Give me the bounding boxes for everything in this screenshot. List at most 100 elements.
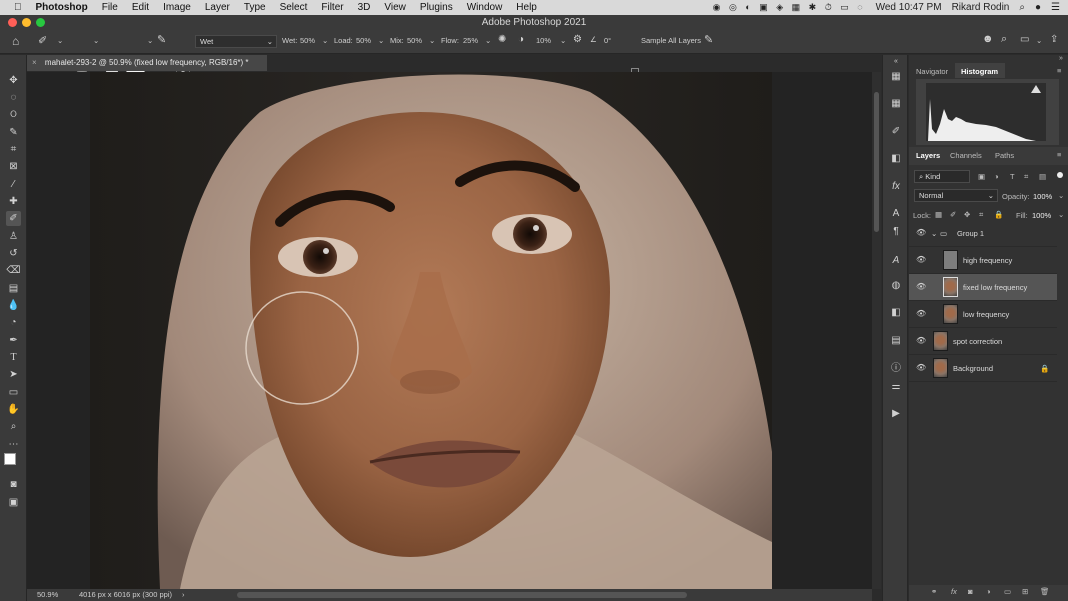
filter-type-icon[interactable]: T: [1010, 172, 1015, 181]
lock-pixels-icon[interactable]: ✐: [950, 210, 956, 219]
blur-tool-icon[interactable]: 💧: [6, 298, 21, 313]
mixer-brush-tool-icon[interactable]: ✐: [38, 34, 47, 47]
quick-select-tool-icon[interactable]: ✎: [6, 125, 21, 140]
dodge-tool-icon[interactable]: ◔: [6, 315, 21, 330]
info-panel-icon[interactable]: ⓘ: [889, 362, 903, 376]
pen-tool-icon[interactable]: ✒: [6, 333, 21, 348]
lock-all-icon[interactable]: 🔒: [994, 210, 1003, 219]
adjustments-panel-icon[interactable]: ◍: [889, 279, 903, 293]
siri-icon[interactable]: ●: [1035, 2, 1041, 13]
marquee-tool-icon[interactable]: ◌: [6, 90, 21, 105]
clone-stamp-tool-icon[interactable]: ♙: [6, 229, 21, 244]
gear-icon[interactable]: ⚙: [573, 34, 582, 45]
tab-paths[interactable]: Paths: [995, 151, 1014, 160]
scroll-thumb[interactable]: [874, 92, 879, 232]
document-canvas[interactable]: [27, 72, 872, 589]
swatch-chevron-icon[interactable]: ⌄: [147, 36, 153, 45]
filter-smart-object-icon[interactable]: ▤: [1039, 172, 1046, 181]
move-tool-icon[interactable]: ✥: [6, 73, 21, 88]
user-name[interactable]: Rikard Rodin: [952, 2, 1010, 13]
menu-select[interactable]: Select: [273, 2, 315, 13]
portrait-photo[interactable]: [90, 72, 772, 589]
new-adjustment-icon[interactable]: ◑: [986, 587, 991, 596]
fill-value[interactable]: 100%: [1032, 211, 1051, 220]
crop-tool-icon[interactable]: ⌗: [6, 142, 21, 157]
zoom-level[interactable]: 50.9%: [37, 589, 58, 601]
home-icon[interactable]: ⌂: [12, 34, 19, 48]
layer-style-icon[interactable]: fx: [951, 587, 957, 596]
collapse-panels-icon[interactable]: «: [889, 55, 903, 69]
fill-chevron-icon[interactable]: ⌄: [1058, 210, 1064, 219]
frame-tool-icon[interactable]: ⊠: [6, 159, 21, 174]
tab-layers[interactable]: Layers: [916, 151, 940, 160]
load-chevron-icon[interactable]: ⌄: [378, 36, 384, 45]
mix-chevron-icon[interactable]: ⌄: [429, 36, 435, 45]
histogram-menu-icon[interactable]: ≡: [1057, 66, 1061, 75]
history-brush-tool-icon[interactable]: ↺: [6, 246, 21, 261]
tool-preset-chevron-icon[interactable]: ⌄: [57, 36, 63, 45]
layer-spot-correction[interactable]: 👁 spot correction: [909, 328, 1057, 355]
swatches-panel-icon[interactable]: ▦: [889, 97, 903, 111]
layer-fixed-low-frequency[interactable]: 👁 fixed low frequency: [909, 274, 1057, 301]
smoothing-icon[interactable]: ◑: [518, 34, 524, 45]
menu-photoshop[interactable]: Photoshop: [29, 2, 95, 13]
smoothing-value[interactable]: 10%: [536, 36, 551, 45]
brush-chevron-icon[interactable]: ⌄: [93, 36, 99, 45]
eraser-tool-icon[interactable]: ⌫: [6, 263, 21, 278]
menu-layer[interactable]: Layer: [198, 2, 237, 13]
menu-3d[interactable]: 3D: [351, 2, 378, 13]
close-window-button[interactable]: [8, 18, 17, 27]
minimize-window-button[interactable]: [22, 18, 31, 27]
add-mask-icon[interactable]: ◙: [968, 587, 973, 596]
document-size[interactable]: 4016 px x 6016 px (300 ppi): [79, 589, 172, 601]
filter-toggle[interactable]: [1057, 172, 1063, 178]
horizontal-scroll-thumb[interactable]: [237, 592, 687, 598]
lock-artboard-icon[interactable]: ⌗: [979, 210, 983, 220]
menu-file[interactable]: File: [95, 2, 125, 13]
actions-panel-icon[interactable]: ▶: [889, 407, 903, 421]
color-panel-icon[interactable]: ▦: [889, 70, 903, 84]
filter-shape-icon[interactable]: ⌗: [1024, 172, 1028, 182]
lock-transparency-icon[interactable]: ▦: [935, 210, 942, 219]
layer-high-frequency[interactable]: 👁 high frequency: [909, 247, 1057, 274]
layer-filter-kind[interactable]: ⌕ Kind: [914, 170, 970, 183]
wet-value[interactable]: 50%: [300, 36, 315, 45]
blend-mode-select[interactable]: Normal ⌄: [914, 189, 998, 202]
datetime[interactable]: Wed 10:47 PM: [876, 2, 942, 13]
channels-icon[interactable]: ⚌: [889, 380, 903, 394]
zoom-window-button[interactable]: [36, 18, 45, 27]
more-tools-icon[interactable]: ⋯: [6, 437, 21, 452]
new-group-icon[interactable]: ▭: [1004, 587, 1011, 596]
screen-mode-icon[interactable]: ▣: [6, 495, 21, 510]
load-brush-icon[interactable]: ✎: [157, 33, 166, 46]
flow-value[interactable]: 25%: [463, 36, 478, 45]
discover-icon[interactable]: ☻: [982, 33, 994, 45]
zoom-tool-icon[interactable]: ⌕: [6, 419, 21, 434]
foreground-color-swatch[interactable]: [4, 453, 16, 465]
mixer-brush-tool-icon[interactable]: ✐: [6, 211, 21, 226]
document-tab[interactable]: × mahalet-293-2 @ 50.9% (fixed low frequ…: [27, 55, 267, 71]
control-center-icon[interactable]: ☰: [1051, 2, 1060, 13]
properties-panel-icon[interactable]: ◧: [889, 306, 903, 320]
eyedropper-tool-icon[interactable]: ⁄: [6, 177, 21, 192]
menu-view[interactable]: View: [377, 2, 413, 13]
tab-channels[interactable]: Channels: [950, 151, 982, 160]
layer-low-frequency[interactable]: 👁 low frequency: [909, 301, 1057, 328]
menu-plugins[interactable]: Plugins: [413, 2, 460, 13]
layers-menu-icon[interactable]: ≡: [1057, 150, 1061, 159]
workspace-icon[interactable]: ▭: [1020, 34, 1029, 45]
tab-histogram[interactable]: Histogram: [961, 67, 998, 76]
visibility-eye-icon[interactable]: 👁: [916, 363, 926, 372]
link-layers-icon[interactable]: ⚭: [931, 587, 937, 596]
styles-panel-icon[interactable]: fx: [889, 180, 903, 194]
lasso-tool-icon[interactable]: ଠ: [6, 107, 21, 122]
workspace-chevron-icon[interactable]: ⌄: [1036, 36, 1042, 45]
pressure-icon[interactable]: ✎: [704, 33, 713, 46]
mix-value[interactable]: 50%: [407, 36, 422, 45]
visibility-eye-icon[interactable]: 👁: [916, 336, 926, 345]
search-icon[interactable]: ⌕: [1001, 33, 1007, 46]
visibility-eye-icon[interactable]: 👁: [916, 255, 926, 264]
menu-filter[interactable]: Filter: [314, 2, 350, 13]
wet-chevron-icon[interactable]: ⌄: [322, 36, 328, 45]
delete-layer-icon[interactable]: 🗑: [1040, 587, 1050, 596]
